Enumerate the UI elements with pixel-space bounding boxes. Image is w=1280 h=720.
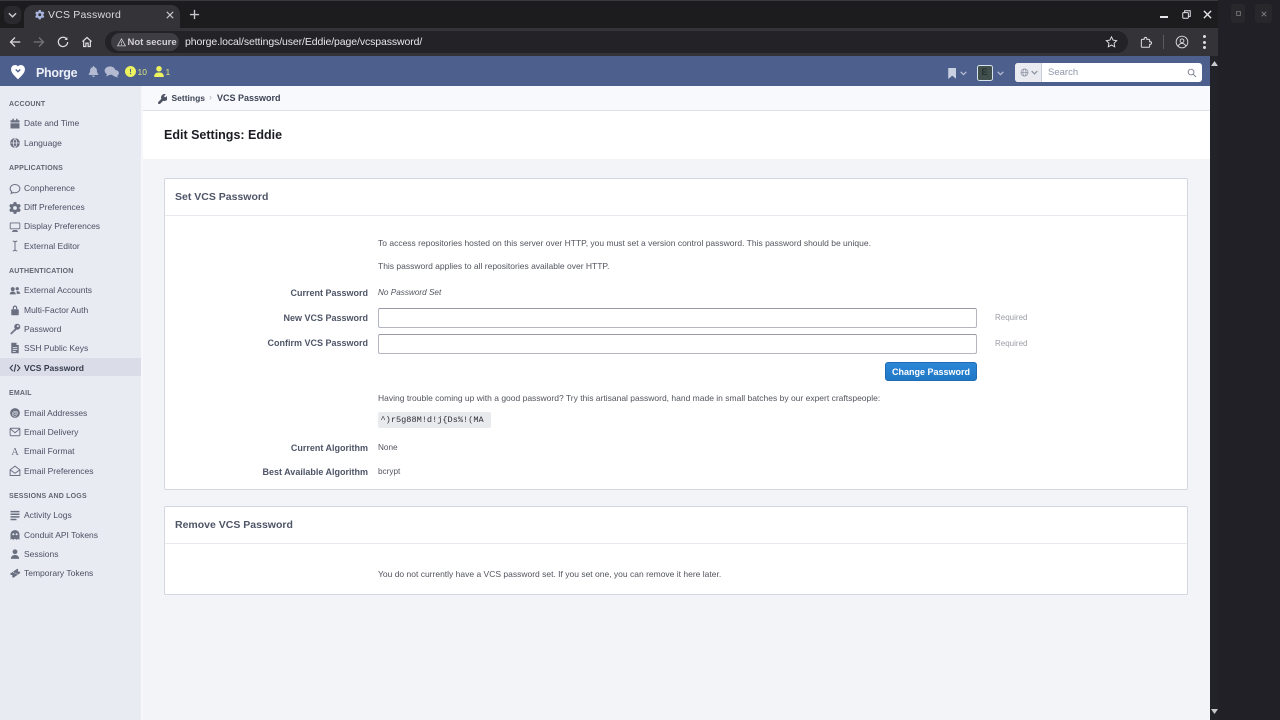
svg-text:A: A xyxy=(11,447,19,457)
svg-text:@: @ xyxy=(12,410,19,417)
